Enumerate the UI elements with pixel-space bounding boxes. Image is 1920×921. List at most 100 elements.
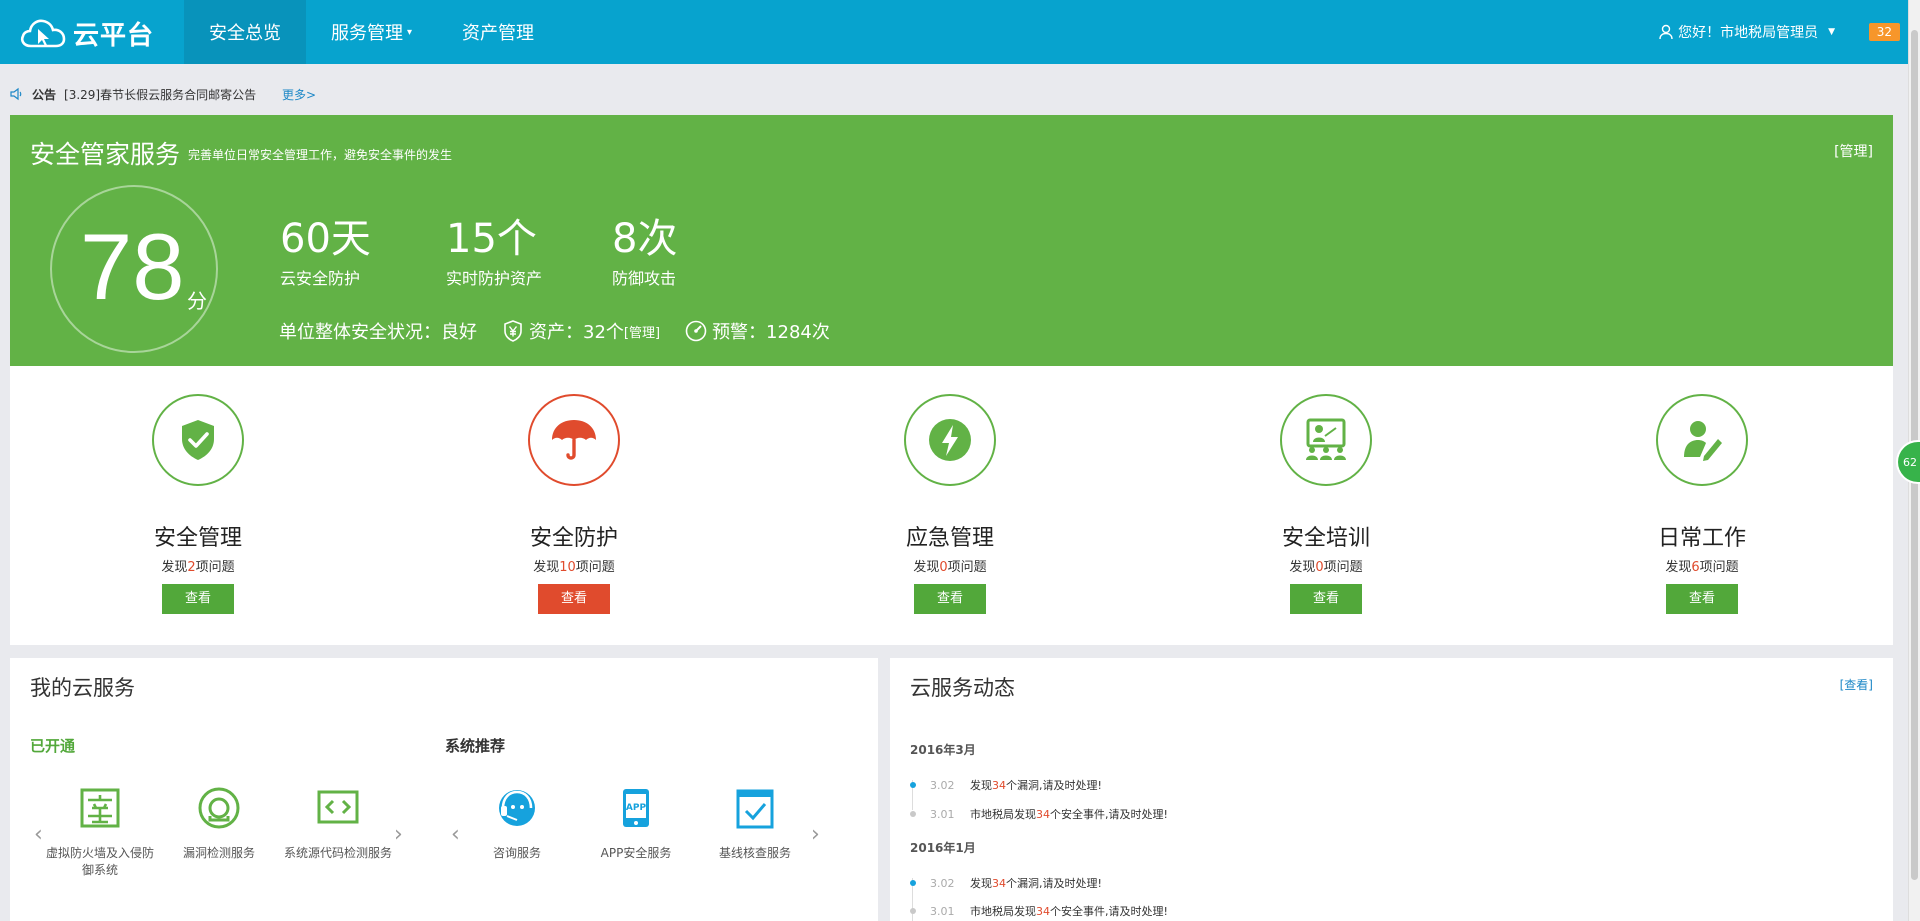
svg-text:APP: APP bbox=[626, 803, 647, 813]
security-banner: 安全管家服务 完善单位日常安全管理工作，避免安全事件的发生 [管理] 78 分 … bbox=[10, 115, 1893, 366]
category-title: 安全防护 bbox=[529, 526, 618, 551]
my-cloud-services-panel: 我的云服务 已开通 系统推荐 ‹ › ‹ › 虚拟防火墙及入侵防御系统 漏洞检测… bbox=[10, 658, 878, 921]
banner-manage-link[interactable]: [管理] bbox=[1834, 141, 1873, 161]
consult-icon bbox=[499, 790, 535, 826]
status-row: 单位整体安全状况：良好 资产：32个 [管理] 预警：1284次 bbox=[279, 318, 830, 344]
service-label: 咨询服务 bbox=[492, 846, 541, 860]
service-item[interactable]: 咨询服务 bbox=[462, 786, 572, 861]
app-security-icon: APP bbox=[623, 789, 649, 827]
category-title: 安全管理 bbox=[153, 526, 242, 551]
top-nav: 云平台 安全总览 服务管理 ▾ 资产管理 您好！市地税局管理员 ▼ 32 bbox=[0, 0, 1920, 64]
service-item[interactable]: 漏洞检测服务 bbox=[164, 786, 274, 861]
issue-count: 10 bbox=[559, 560, 576, 575]
event-count: 34 bbox=[1036, 904, 1050, 918]
banner-title: 安全管家服务 bbox=[30, 140, 181, 169]
panel-title: 我的云服务 bbox=[30, 676, 135, 700]
stat-label: 实时防护资产 bbox=[446, 269, 543, 288]
stat-value: 60天 bbox=[280, 216, 371, 262]
desc-suffix: 项问题 bbox=[947, 560, 987, 575]
event-date: 3.01 bbox=[930, 807, 955, 821]
logo[interactable]: 云平台 bbox=[19, 16, 154, 51]
category-title: 日常工作 bbox=[1657, 526, 1746, 551]
user-icon bbox=[1659, 24, 1673, 40]
desc-prefix: 发现 bbox=[1289, 560, 1316, 575]
category-icon-circle[interactable] bbox=[528, 394, 620, 486]
news-event[interactable]: 3.02 发现 34 个漏洞,请及时处理! bbox=[910, 777, 1102, 793]
stat-protected-assets: 15个 实时防护资产 bbox=[446, 217, 542, 289]
category-icon-circle[interactable] bbox=[904, 394, 996, 486]
service-item[interactable]: 基线核查服务 bbox=[700, 786, 810, 861]
cloud-service-news-panel: 云服务动态 [查看] 2016年3月 3.02 发现 34 个漏洞,请及时处理! 3… bbox=[890, 658, 1893, 921]
carousel-next-arrow[interactable]: › bbox=[811, 822, 820, 847]
category-icon-circle[interactable] bbox=[152, 394, 244, 486]
speaker-icon bbox=[10, 87, 22, 101]
stat-label: 防御攻击 bbox=[612, 269, 677, 288]
lightning-icon bbox=[929, 419, 971, 461]
service-label: APP安全服务 bbox=[600, 846, 672, 860]
shield-check-icon bbox=[182, 420, 214, 460]
user-menu[interactable]: 您好！市地税局管理员 ▼ bbox=[1658, 22, 1835, 42]
desc-suffix: 项问题 bbox=[1323, 560, 1363, 575]
view-button[interactable]: 查看 bbox=[1290, 584, 1362, 614]
category-panel: 安全管理 发现2项问题 查看 安全防护 发现10项问题 查看 应急管理 发现0项… bbox=[10, 366, 1893, 645]
floating-counter-ball[interactable]: 62 bbox=[1896, 440, 1920, 484]
event-text-prefix: 发现 bbox=[970, 877, 992, 890]
carousel-prev-arrow[interactable]: ‹ bbox=[34, 822, 43, 847]
stat-protection-days: 60天 云安全防护 bbox=[280, 217, 371, 289]
event-text-suffix: 个漏洞,请及时处理! bbox=[1006, 779, 1102, 792]
baseline-check-icon bbox=[736, 789, 774, 829]
vulnerability-scan-icon bbox=[198, 787, 240, 829]
training-board-icon bbox=[1306, 418, 1346, 460]
shield-yen-icon bbox=[504, 320, 522, 342]
notification-badge[interactable]: 32 bbox=[1868, 23, 1900, 41]
service-item[interactable]: APP APP安全服务 bbox=[581, 786, 691, 861]
desc-suffix: 项问题 bbox=[575, 560, 615, 575]
news-event[interactable]: 3.02 发现 34 个漏洞,请及时处理! bbox=[910, 875, 1102, 891]
desc-prefix: 发现 bbox=[161, 560, 188, 575]
stat-value: 8次 bbox=[612, 216, 678, 262]
view-button[interactable]: 查看 bbox=[1666, 584, 1738, 614]
notice-text[interactable]: [3.29]春节长假云服务合同邮寄公告 bbox=[64, 86, 256, 103]
event-text-suffix: 个漏洞,请及时处理! bbox=[1006, 877, 1102, 890]
service-item[interactable]: 虚拟防火墙及入侵防御系统 bbox=[45, 786, 155, 878]
category-security-protection: 安全防护 发现10项问题 查看 bbox=[474, 394, 674, 614]
view-button[interactable]: 查看 bbox=[162, 584, 234, 614]
event-text-prefix: 市地税局发现 bbox=[970, 808, 1036, 821]
desc-prefix: 发现 bbox=[1665, 560, 1692, 575]
news-event[interactable]: 3.01 市地税局发现 34 个安全事件,请及时处理! bbox=[910, 806, 1168, 822]
nav-item-asset-management[interactable]: 资产管理 bbox=[437, 0, 559, 64]
main-nav: 安全总览 服务管理 ▾ 资产管理 bbox=[184, 0, 559, 64]
event-count: 34 bbox=[1036, 807, 1050, 821]
category-desc: 发现2项问题 bbox=[98, 556, 298, 575]
nav-item-label: 安全总览 bbox=[209, 23, 281, 44]
gauge-icon bbox=[685, 320, 707, 342]
asset-manage-link[interactable]: [管理] bbox=[624, 322, 660, 341]
issue-count: 0 bbox=[939, 560, 948, 575]
desc-prefix: 发现 bbox=[913, 560, 940, 575]
carousel-next-arrow[interactable]: › bbox=[394, 822, 403, 847]
event-dot bbox=[910, 782, 916, 788]
view-button[interactable]: 查看 bbox=[538, 584, 610, 614]
event-text-suffix: 个安全事件,请及时处理! bbox=[1050, 905, 1168, 918]
nav-item-service-management[interactable]: 服务管理 ▾ bbox=[306, 0, 437, 64]
event-dot bbox=[910, 880, 916, 886]
service-label: 基线核查服务 bbox=[718, 846, 791, 860]
panel-title: 云服务动态 bbox=[910, 676, 1015, 700]
service-label: 虚拟防火墙及入侵防御系统 bbox=[45, 846, 154, 877]
security-score: 78 bbox=[80, 214, 185, 319]
notice-more-link[interactable]: 更多> bbox=[282, 86, 316, 103]
category-title: 应急管理 bbox=[905, 526, 994, 551]
view-all-link[interactable]: [查看] bbox=[1840, 676, 1873, 693]
desc-suffix: 项问题 bbox=[1699, 560, 1739, 575]
category-desc: 发现0项问题 bbox=[850, 556, 1050, 575]
category-security-management: 安全管理 发现2项问题 查看 bbox=[98, 394, 298, 614]
view-button[interactable]: 查看 bbox=[914, 584, 986, 614]
overall-status: 单位整体安全状况：良好 bbox=[279, 322, 477, 343]
nav-item-security-overview[interactable]: 安全总览 bbox=[184, 0, 306, 64]
category-icon-circle[interactable] bbox=[1656, 394, 1748, 486]
category-icon-circle[interactable] bbox=[1280, 394, 1372, 486]
news-event[interactable]: 3.01 市地税局发现 34 个安全事件,请及时处理! bbox=[910, 903, 1168, 919]
service-item[interactable]: 系统源代码检测服务 bbox=[283, 786, 393, 861]
category-desc: 发现10项问题 bbox=[474, 556, 674, 575]
carousel-prev-arrow[interactable]: ‹ bbox=[451, 822, 460, 847]
